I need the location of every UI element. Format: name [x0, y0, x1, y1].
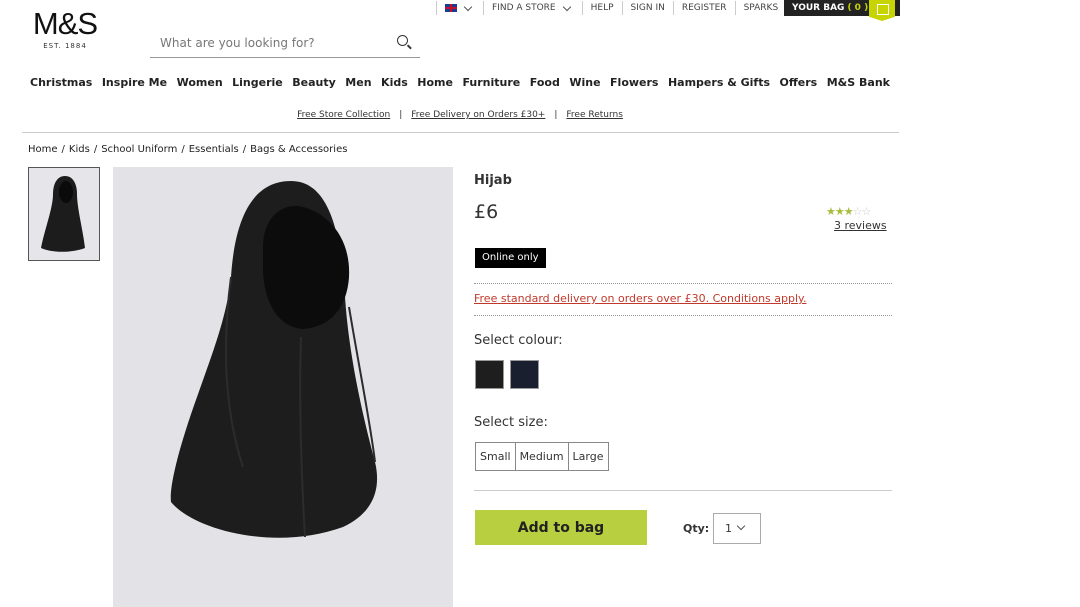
nav-item-lingerie[interactable]: Lingerie: [232, 76, 283, 89]
breadcrumb-home[interactable]: Home: [28, 144, 58, 155]
sparks-link[interactable]: SPARKS: [734, 1, 787, 15]
star-rating[interactable]: ★★★☆☆: [826, 205, 872, 218]
nav-item-inspire-me[interactable]: Inspire Me: [102, 76, 167, 89]
free-returns-link[interactable]: Free Returns: [566, 110, 623, 120]
star-empty-icon: ☆: [861, 205, 872, 218]
product-price: £6: [474, 201, 499, 223]
size-large-button[interactable]: Large: [567, 442, 609, 471]
search-icon[interactable]: [397, 35, 408, 46]
logo-text: M&S: [32, 6, 98, 41]
nav-item-women[interactable]: Women: [177, 76, 223, 89]
divider: [474, 490, 892, 491]
search-bar: [150, 28, 420, 58]
star-icon: ★: [834, 205, 845, 218]
nav-item-kids[interactable]: Kids: [381, 76, 408, 89]
star-empty-icon: ☆: [852, 205, 863, 218]
your-bag-button[interactable]: YOUR BAG ( 0 ): [784, 0, 900, 21]
language-selector[interactable]: [436, 1, 483, 15]
qty-label: Qty:: [683, 522, 710, 535]
header-divider: [22, 132, 899, 133]
divider: |: [399, 110, 403, 120]
free-store-collection-link[interactable]: Free Store Collection: [297, 110, 390, 120]
utility-bar: FIND A STORE HELP SIGN IN REGISTER SPARK…: [436, 0, 786, 16]
product-main-image[interactable]: [113, 167, 453, 607]
nav-item-offers[interactable]: Offers: [780, 76, 818, 89]
star-icon: ★: [826, 205, 836, 218]
chevron-down-icon: [736, 521, 746, 531]
quantity-select[interactable]: 1: [713, 513, 761, 544]
uk-flag-icon: [445, 4, 457, 12]
nav-item-christmas[interactable]: Christmas: [30, 76, 92, 89]
nav-item-home[interactable]: Home: [417, 76, 453, 89]
find-store-link[interactable]: FIND A STORE: [483, 1, 582, 15]
help-link[interactable]: HELP: [581, 1, 622, 15]
register-link[interactable]: REGISTER: [672, 1, 735, 15]
reviews-link[interactable]: 3 reviews: [834, 219, 887, 232]
promo-links: Free Store Collection | Free Delivery on O…: [0, 110, 920, 120]
logo-est: EST. 1884: [43, 42, 87, 50]
nav-item-flowers[interactable]: Flowers: [610, 76, 658, 89]
divider: [474, 315, 892, 316]
divider: |: [554, 110, 558, 120]
nav-item-ms-bank[interactable]: M&S Bank: [827, 76, 890, 89]
main-nav: Christmas Inspire Me Women Lingerie Beau…: [22, 76, 898, 89]
nav-item-hampers-gifts[interactable]: Hampers & Gifts: [668, 76, 770, 89]
divider: [474, 283, 892, 284]
bag-count: ( 0 ): [847, 3, 869, 13]
nav-item-beauty[interactable]: Beauty: [292, 76, 336, 89]
free-delivery-link[interactable]: Free Delivery on Orders £30+: [411, 110, 545, 120]
product-title: Hijab: [474, 173, 512, 188]
colour-swatch-black[interactable]: [475, 360, 504, 389]
sign-in-link[interactable]: SIGN IN: [621, 1, 673, 15]
colour-swatch-navy[interactable]: [510, 360, 539, 389]
breadcrumb-essentials[interactable]: Essentials: [189, 144, 239, 155]
colour-label: Select colour:: [474, 333, 563, 348]
nav-item-wine[interactable]: Wine: [569, 76, 600, 89]
breadcrumb-kids[interactable]: Kids: [69, 144, 90, 155]
size-label: Select size:: [474, 415, 548, 430]
size-options: Small Medium Large: [475, 442, 609, 471]
product-thumbnail[interactable]: [28, 167, 100, 261]
breadcrumb-school-uniform[interactable]: School Uniform: [101, 144, 177, 155]
site-logo[interactable]: M&S EST. 1884: [27, 6, 103, 51]
hijab-thumbnail-image: [41, 176, 85, 252]
star-half-icon: ★: [843, 205, 854, 218]
shopping-bag-icon: [869, 0, 895, 21]
breadcrumb-bags-accessories[interactable]: Bags & Accessories: [250, 144, 347, 155]
nav-item-food[interactable]: Food: [530, 76, 560, 89]
search-input[interactable]: [150, 35, 380, 50]
nav-item-furniture[interactable]: Furniture: [462, 76, 520, 89]
online-only-badge: Online only: [475, 248, 546, 268]
qty-value: 1: [725, 522, 732, 535]
chevron-down-icon: [562, 2, 571, 11]
hijab-image: [170, 181, 378, 538]
size-medium-button[interactable]: Medium: [514, 442, 569, 471]
breadcrumb: Home / Kids / School Uniform / Essentials / Bags…: [28, 144, 348, 155]
delivery-conditions-link[interactable]: Free standard delivery on orders over £3…: [474, 292, 807, 305]
add-to-bag-button[interactable]: Add to bag: [475, 510, 647, 545]
chevron-down-icon: [463, 2, 473, 11]
size-small-button[interactable]: Small: [475, 442, 516, 471]
nav-item-men[interactable]: Men: [345, 76, 371, 89]
